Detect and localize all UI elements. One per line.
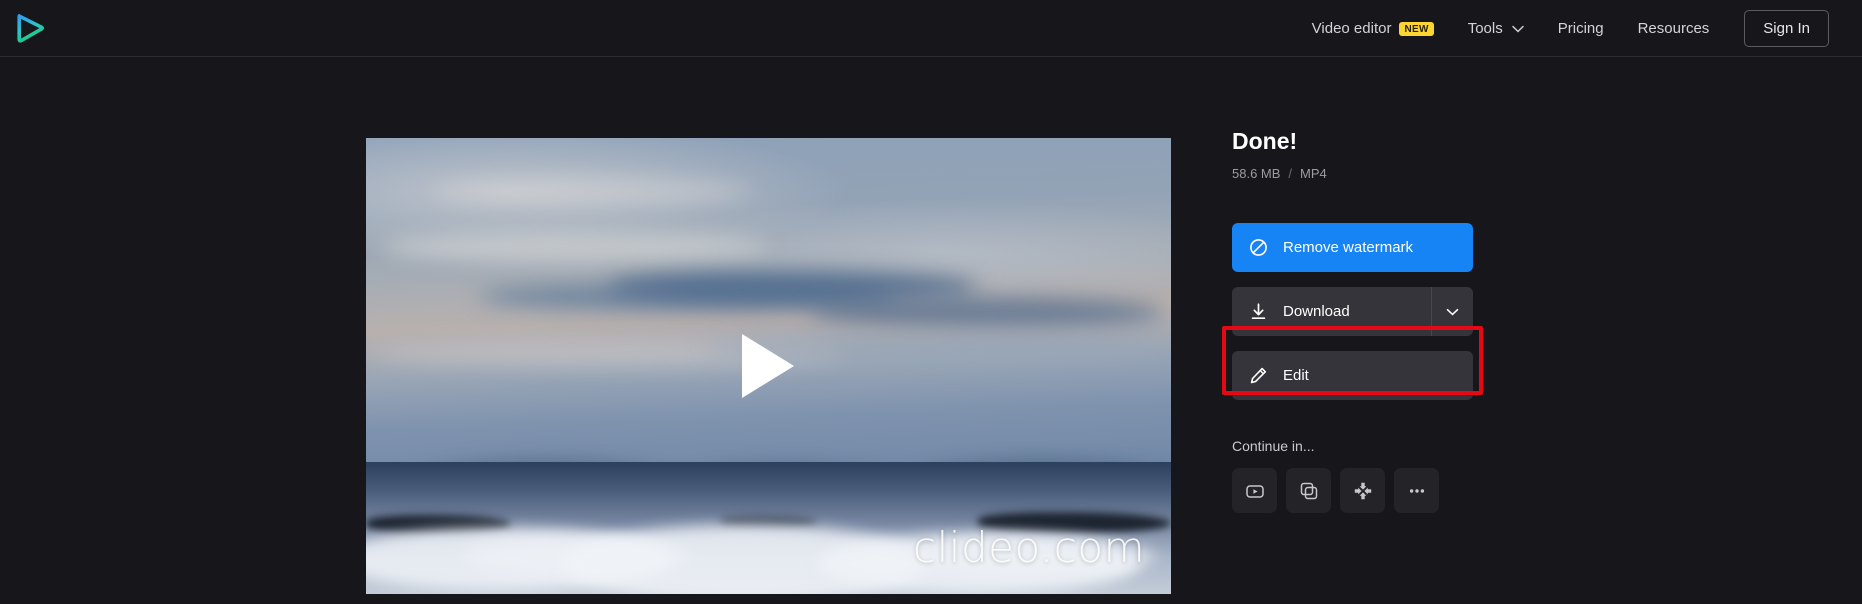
edit-button[interactable]: Edit [1232,351,1473,400]
pencil-icon [1249,366,1271,385]
remove-watermark-label: Remove watermark [1283,239,1414,256]
chevron-down-icon [1511,25,1524,33]
download-icon [1249,302,1271,321]
nav-item-tools[interactable]: Tools [1451,0,1541,57]
nav-item-label: Video editor [1311,20,1392,37]
result-panel: Done! 58.6 MB / MP4 Remove watermark Dow… [1222,127,1483,513]
nav-item-label: Resources [1637,20,1710,37]
play-icon[interactable] [741,334,796,398]
nav-item-pricing[interactable]: Pricing [1541,0,1621,57]
ellipsis-icon[interactable] [1394,468,1439,513]
clideo-play-logo[interactable] [10,8,50,48]
continue-in-tools [1232,468,1482,513]
no-entry-icon [1249,238,1271,257]
top-navigation-bar: Video editor NEW Tools Pricing Resources… [0,0,1862,57]
remove-watermark-button[interactable]: Remove watermark [1232,223,1473,272]
file-format: MP4 [1300,166,1327,181]
download-options-dropdown[interactable] [1431,287,1473,336]
continue-in-label: Continue in... [1232,438,1315,454]
video-play-rect-icon[interactable] [1232,468,1277,513]
nav-item-resources[interactable]: Resources [1621,0,1727,57]
nav-item-label: Tools [1467,20,1503,37]
page-title: Done! [1232,128,1298,154]
compress-arrows-icon[interactable] [1340,468,1385,513]
download-label: Download [1283,303,1350,320]
meta-separator: / [1288,166,1293,181]
video-preview[interactable]: clideo.com [366,138,1171,594]
new-badge: NEW [1399,21,1434,36]
download-button[interactable]: Download [1232,287,1473,336]
video-watermark: clideo.com [913,523,1145,572]
file-size: 58.6 MB [1232,166,1281,181]
main-content: clideo.com Done! 58.6 MB / MP4 Remove wa… [0,57,1862,604]
nav-item-label: Pricing [1557,20,1604,37]
nav-item-video-editor[interactable]: Video editor NEW [1295,0,1451,57]
sign-in-button[interactable]: Sign In [1744,10,1829,47]
edit-label: Edit [1283,367,1309,384]
overlapping-squares-icon[interactable] [1286,468,1331,513]
file-meta: 58.6 MB / MP4 [1232,166,1482,181]
nav-links: Video editor NEW Tools Pricing Resources… [1295,0,1829,57]
